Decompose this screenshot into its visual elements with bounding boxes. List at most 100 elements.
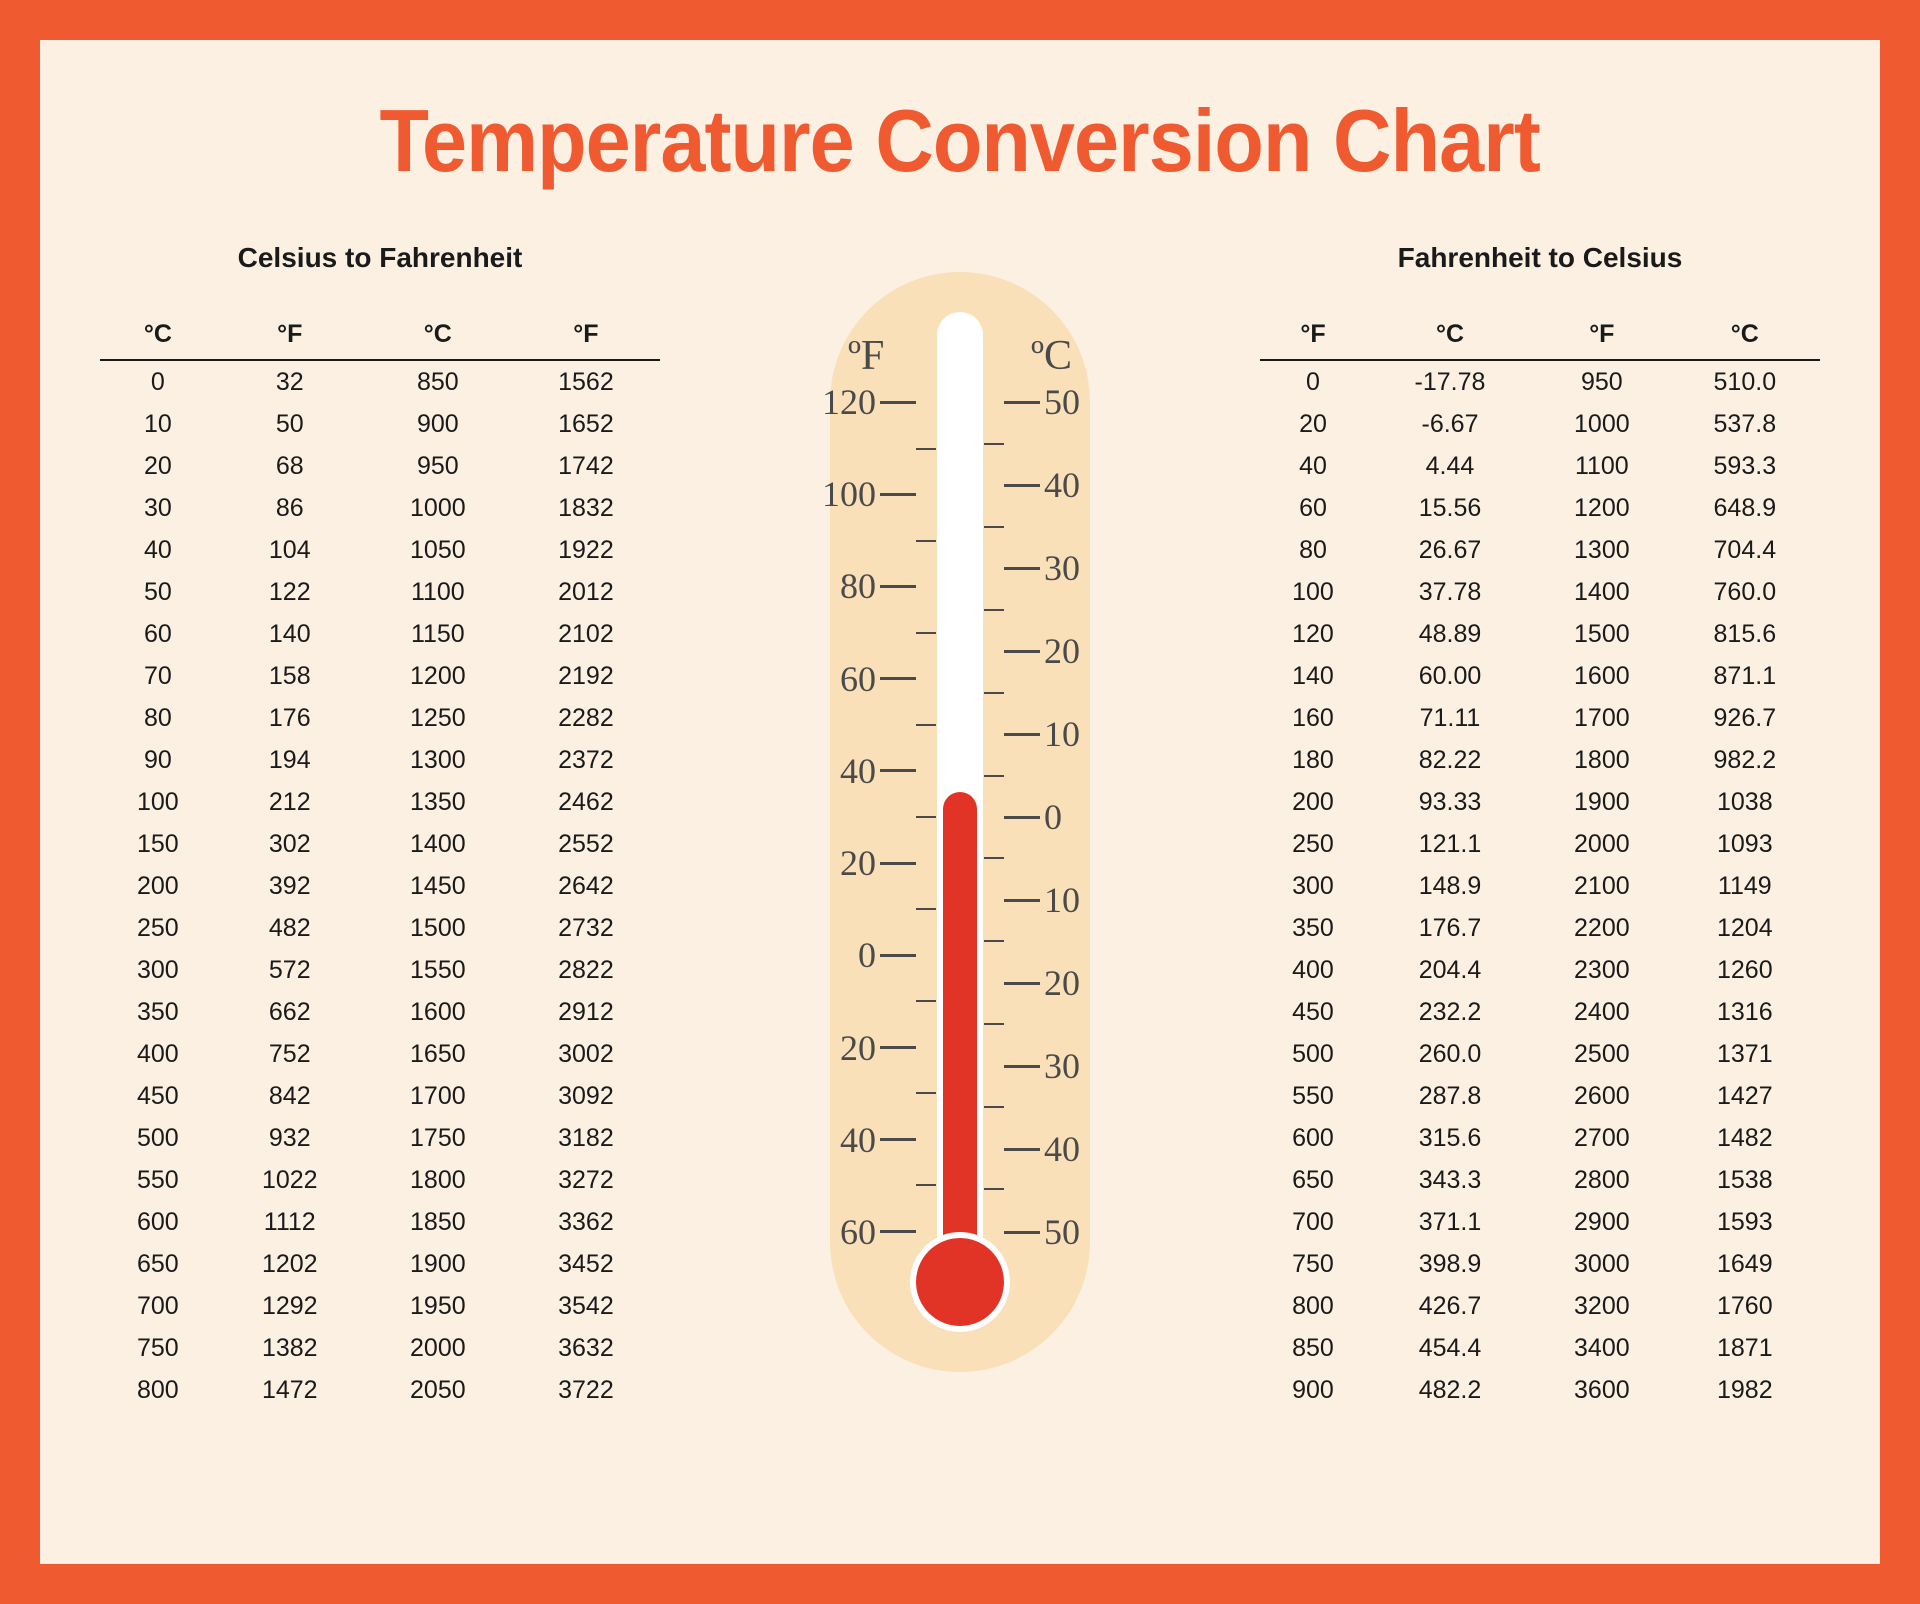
scale-tick bbox=[880, 1230, 916, 1233]
table-header: °C bbox=[1670, 314, 1820, 360]
scale-tick bbox=[880, 769, 916, 772]
table-cell: 1593 bbox=[1670, 1201, 1820, 1243]
table-cell: 32 bbox=[216, 360, 364, 403]
table-cell: 600 bbox=[100, 1201, 216, 1243]
table-cell: 450 bbox=[1260, 991, 1366, 1033]
minor-tick bbox=[916, 908, 936, 910]
table-cell: 1300 bbox=[364, 739, 512, 781]
table-cell: 871.1 bbox=[1670, 655, 1820, 697]
table-cell: 1000 bbox=[364, 487, 512, 529]
table-row: 25048215002732 bbox=[100, 907, 660, 949]
table-cell: 593.3 bbox=[1670, 445, 1820, 487]
table-row: 5012211002012 bbox=[100, 571, 660, 613]
table-row: 6015.561200648.9 bbox=[1260, 487, 1820, 529]
table-cell: 250 bbox=[1260, 823, 1366, 865]
table-cell: 37.78 bbox=[1366, 571, 1534, 613]
table-cell: 426.7 bbox=[1366, 1285, 1534, 1327]
table-cell: 68 bbox=[216, 445, 364, 487]
scale-number: 60 bbox=[840, 661, 876, 697]
table-row: 6014011502102 bbox=[100, 613, 660, 655]
table-row: 9019413002372 bbox=[100, 739, 660, 781]
scale-tick bbox=[880, 493, 916, 496]
table-row: 500260.025001371 bbox=[1260, 1033, 1820, 1075]
table-cell: 1922 bbox=[512, 529, 660, 571]
minor-tick bbox=[984, 775, 1004, 777]
table-row: 20039214502642 bbox=[100, 865, 660, 907]
table-cell: 1400 bbox=[1534, 571, 1670, 613]
table-cell: 287.8 bbox=[1366, 1075, 1534, 1117]
unit-label-celsius: ºC bbox=[1031, 332, 1072, 380]
table-cell: 400 bbox=[1260, 949, 1366, 991]
table-cell: 100 bbox=[1260, 571, 1366, 613]
table-cell: 20 bbox=[100, 445, 216, 487]
scale-number: 20 bbox=[840, 1030, 876, 1066]
scale-number: 20 bbox=[840, 845, 876, 881]
scale-number: 50 bbox=[1044, 384, 1080, 420]
scale-tick bbox=[880, 585, 916, 588]
table-cell: 2200 bbox=[1534, 907, 1670, 949]
table-cell: 160 bbox=[1260, 697, 1366, 739]
table-cell: 40 bbox=[100, 529, 216, 571]
table-cell: 315.6 bbox=[1366, 1117, 1534, 1159]
content-columns: Celsius to Fahrenheit °C°F°C°F 032850156… bbox=[100, 242, 1820, 1411]
table-row: 350176.722001204 bbox=[1260, 907, 1820, 949]
table-row: 7015812002192 bbox=[100, 655, 660, 697]
table-cell: 1538 bbox=[1670, 1159, 1820, 1201]
table-cell: 1649 bbox=[1670, 1243, 1820, 1285]
scale-tick bbox=[1004, 733, 1040, 736]
table-cell: 2282 bbox=[512, 697, 660, 739]
table-cell: 120 bbox=[1260, 613, 1366, 655]
table-cell: 86 bbox=[216, 487, 364, 529]
table-cell: 1100 bbox=[364, 571, 512, 613]
scale-tick bbox=[1004, 1148, 1040, 1151]
table-cell: 500 bbox=[100, 1117, 216, 1159]
table-cell: 1472 bbox=[216, 1369, 364, 1411]
table-cell: 176 bbox=[216, 697, 364, 739]
table-cell: 842 bbox=[216, 1075, 364, 1117]
table-cell: 537.8 bbox=[1670, 403, 1820, 445]
table-cell: 200 bbox=[1260, 781, 1366, 823]
table-cell: 48.89 bbox=[1366, 613, 1534, 655]
table-cell: 70 bbox=[100, 655, 216, 697]
scale-number: 10 bbox=[1044, 882, 1080, 918]
table-row: 50093217503182 bbox=[100, 1117, 660, 1159]
table-cell: 2822 bbox=[512, 949, 660, 991]
table-cell: 2100 bbox=[1534, 865, 1670, 907]
table-cell: 1982 bbox=[1670, 1369, 1820, 1411]
table-cell: 2600 bbox=[1534, 1075, 1670, 1117]
table-cell: 1900 bbox=[364, 1243, 512, 1285]
table-cell: 4.44 bbox=[1366, 445, 1534, 487]
scale-number: 30 bbox=[1044, 550, 1080, 586]
scale-tick bbox=[880, 954, 916, 957]
table-row: 15030214002552 bbox=[100, 823, 660, 865]
table-cell: 600 bbox=[1260, 1117, 1366, 1159]
table-cell: 2900 bbox=[1534, 1201, 1670, 1243]
scale-tick bbox=[1004, 650, 1040, 653]
table-cell: 700 bbox=[1260, 1201, 1366, 1243]
table-cell: 100 bbox=[100, 781, 216, 823]
chart-paper: Temperature Conversion Chart Celsius to … bbox=[40, 40, 1880, 1564]
table-cell: 1204 bbox=[1670, 907, 1820, 949]
scale-tick bbox=[1004, 401, 1040, 404]
table-cell: 2800 bbox=[1534, 1159, 1670, 1201]
table-cell: 704.4 bbox=[1670, 529, 1820, 571]
table-cell: 662 bbox=[216, 991, 364, 1033]
table-row: 550102218003272 bbox=[100, 1159, 660, 1201]
table-cell: 10 bbox=[100, 403, 216, 445]
minor-tick bbox=[916, 1000, 936, 1002]
table-cell: 3400 bbox=[1534, 1327, 1670, 1369]
table-cell: 1871 bbox=[1670, 1327, 1820, 1369]
table-cell: 1150 bbox=[364, 613, 512, 655]
table-cell: 204.4 bbox=[1366, 949, 1534, 991]
table-cell: 2462 bbox=[512, 781, 660, 823]
minor-tick bbox=[984, 609, 1004, 611]
table-cell: 900 bbox=[364, 403, 512, 445]
table-cell: 850 bbox=[364, 360, 512, 403]
table-cell: 950 bbox=[1534, 360, 1670, 403]
table-cell: 572 bbox=[216, 949, 364, 991]
table-cell: 1650 bbox=[364, 1033, 512, 1075]
table-cell: 60.00 bbox=[1366, 655, 1534, 697]
minor-tick bbox=[916, 448, 936, 450]
scale-tick bbox=[1004, 1065, 1040, 1068]
table-row: 300148.921001149 bbox=[1260, 865, 1820, 907]
